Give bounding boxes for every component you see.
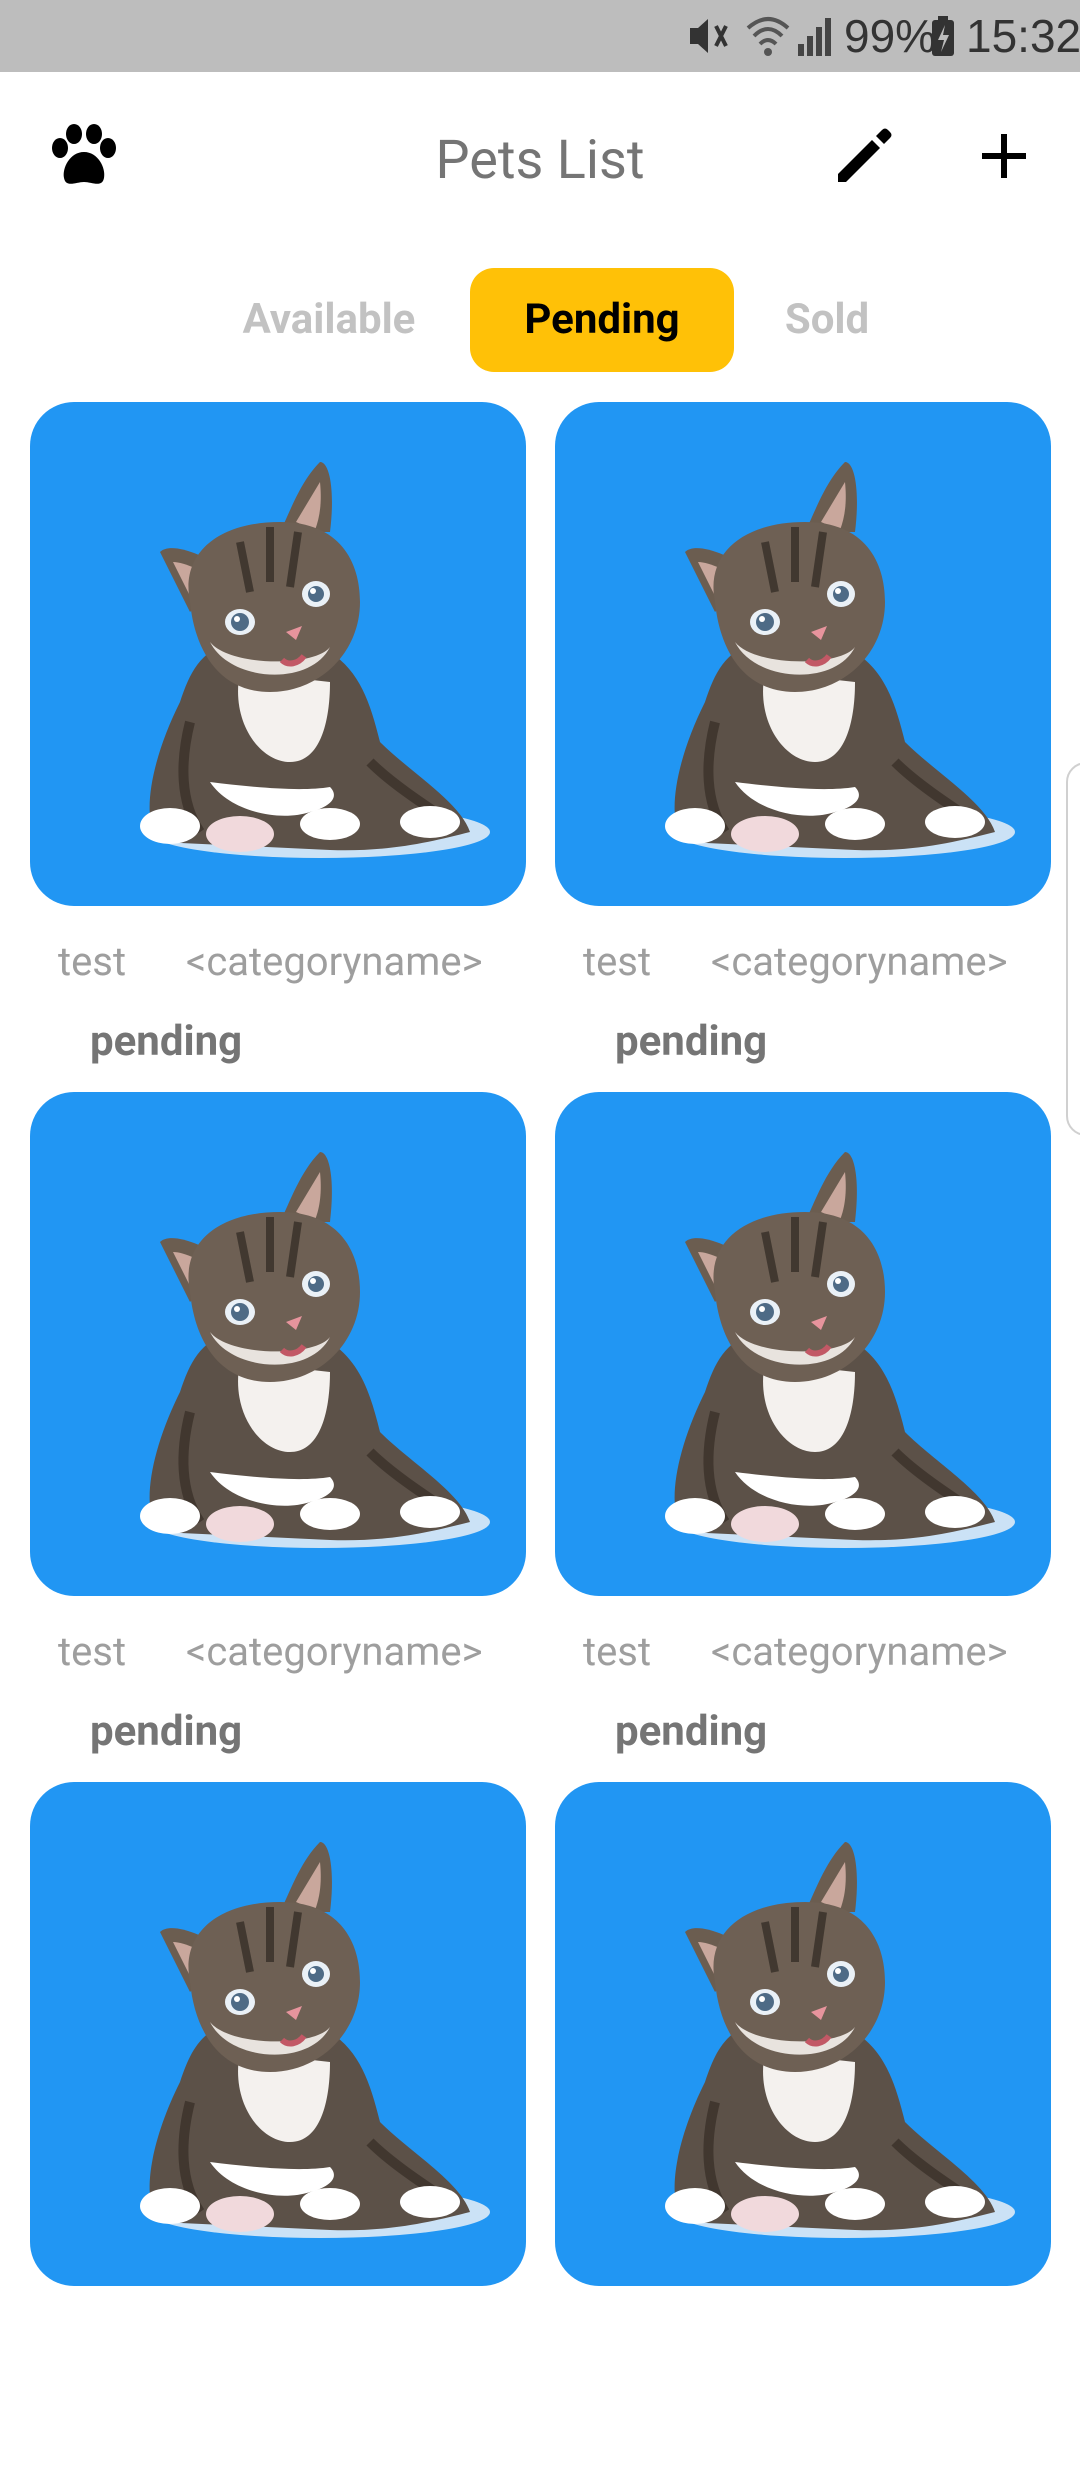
signal-icon [798,18,831,56]
status-tabs: Available Pending Sold [0,268,1080,372]
pet-category: <categoryname> [711,938,1008,985]
pet-card[interactable]: test <categoryname> pending [30,1092,526,1782]
pet-image [555,1782,1051,2286]
kitten-picture [140,462,490,858]
battery-charging-icon [932,16,954,56]
kitten-picture [665,1842,1015,2238]
pet-category: <categoryname> [711,1628,1008,1675]
pet-category: <categoryname> [186,938,483,985]
kitten-picture [665,1152,1015,1548]
pet-name: test [58,938,127,985]
wifi-icon [746,17,790,56]
status-bar: 99% 15:32 [0,0,1080,72]
edge-scroll-handle[interactable] [1066,762,1080,1136]
pet-name: test [583,1628,652,1675]
pet-status: pending [90,1017,243,1066]
tab-sold[interactable]: Sold [752,268,902,372]
edit-icon[interactable] [832,124,896,188]
pet-card[interactable] [30,1782,526,2472]
pet-image [30,402,526,906]
pet-image [30,1092,526,1596]
app-bar: Pets List [0,72,1080,242]
pet-card[interactable]: test <categoryname> pending [30,402,526,1092]
pet-name: test [58,1628,127,1675]
pet-card[interactable]: test <categoryname> pending [555,402,1051,1092]
pet-status: pending [615,1707,768,1756]
add-icon[interactable] [980,132,1028,180]
tab-available[interactable]: Available [212,268,446,372]
kitten-picture [140,1842,490,2238]
mute-icon [690,19,728,53]
pet-image [555,1092,1051,1596]
pet-image [555,402,1051,906]
pet-category: <categoryname> [186,1628,483,1675]
kitten-picture [665,462,1015,858]
tab-pending[interactable]: Pending [470,268,734,372]
pet-status: pending [90,1707,243,1756]
pet-image [30,1782,526,2286]
page-title: Pets List [435,129,645,192]
pet-name: test [583,938,652,985]
battery-percentage: 99% [844,10,937,62]
pet-card[interactable]: test <categoryname> pending [555,1092,1051,1782]
kitten-picture [140,1152,490,1548]
clock: 15:32 [966,10,1080,62]
pet-status: pending [615,1017,768,1066]
pet-card[interactable] [555,1782,1051,2472]
